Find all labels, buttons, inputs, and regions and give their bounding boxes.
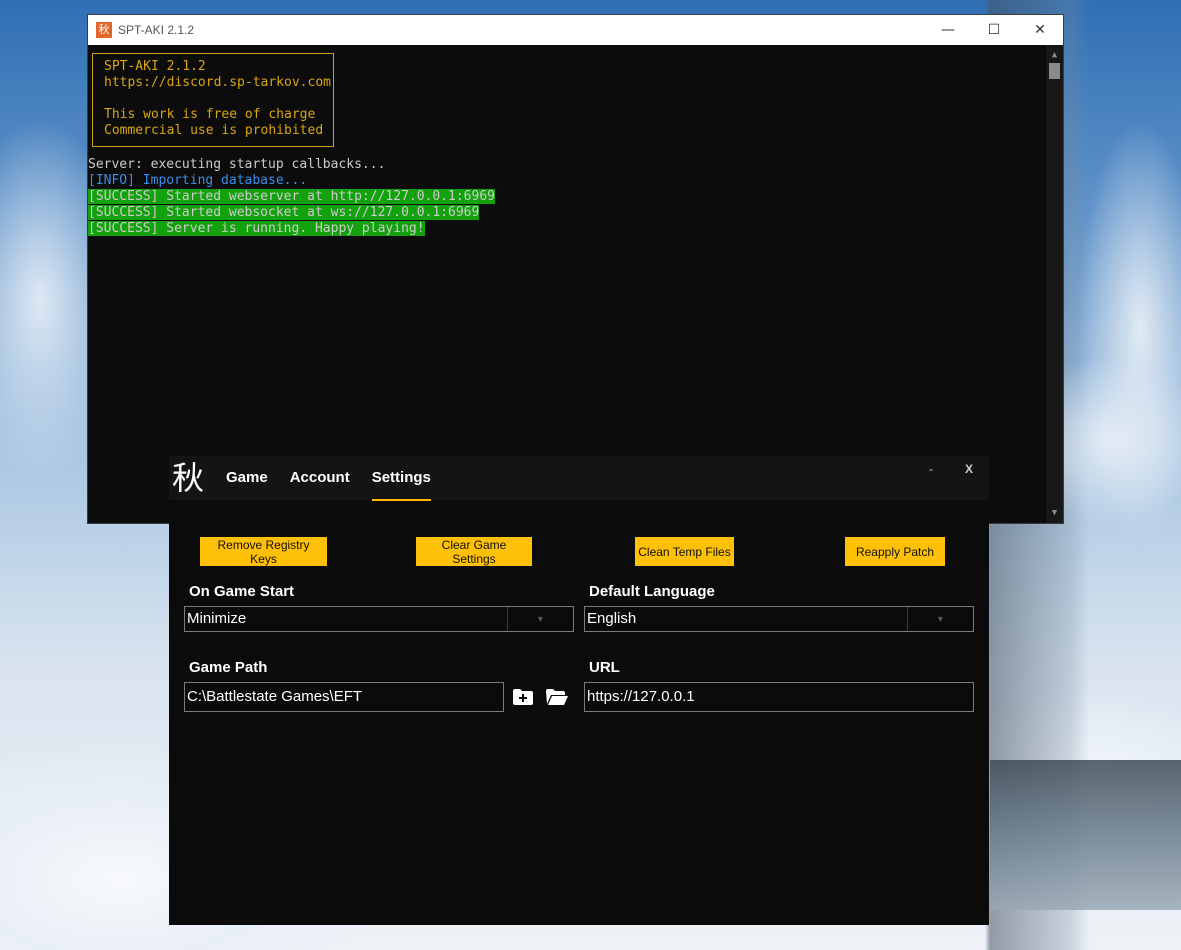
console-titlebar[interactable]: 秋 SPT-AKI 2.1.2 — ☐ ✕ [88,15,1063,45]
launcher-minimize-button[interactable]: - [929,462,933,476]
console-app-icon: 秋 [96,22,112,38]
reapply-patch-button[interactable]: Reapply Patch [845,537,945,566]
on-game-start-label: On Game Start [189,583,295,600]
success-text: [SUCCESS] Server is running. Happy playi… [88,221,425,236]
game-path-input[interactable]: C:\Battlestate Games\EFT [184,682,504,712]
launcher-close-button[interactable]: X [965,462,973,476]
url-label: URL [589,659,620,676]
chevron-down-icon[interactable]: ▼ [507,607,573,631]
scroll-down-icon[interactable]: ▼ [1046,505,1063,521]
startup-banner: SPT-AKI 2.1.2 https://discord.sp-tarkov.… [92,53,334,147]
log-line-info: [INFO] Importing database... [88,173,308,188]
console-output: SPT-AKI 2.1.2 https://discord.sp-tarkov.… [88,45,1063,523]
banner-line: SPT-AKI 2.1.2 [104,59,206,74]
log-lines: Server: executing startup callbacks... [… [88,157,495,237]
success-text: [SUCCESS] Started websocket at ws://127.… [88,205,480,220]
scroll-up-icon[interactable]: ▲ [1046,47,1063,63]
tab-settings[interactable]: Settings [368,456,435,501]
launcher-window: 秋 Game Account Settings - X Remove Regis… [169,456,989,925]
tab-game[interactable]: Game [222,456,272,500]
launcher-logo: 秋 [172,459,205,497]
server-console-window: 秋 SPT-AKI 2.1.2 — ☐ ✕ SPT-AKI 2.1.2 http… [87,14,1064,524]
console-scrollbar[interactable]: ▲ ▼ [1046,45,1063,523]
log-line-success: [SUCCESS] Started webserver at http://12… [88,189,495,205]
clean-temp-files-button[interactable]: Clean Temp Files [635,537,734,566]
on-game-start-select[interactable]: Minimize ▼ [184,606,574,632]
log-line: Server: executing startup callbacks... [88,157,386,172]
banner-line: This work is free of charge [104,107,316,122]
success-text: [SUCCESS] Started webserver at http://12… [88,189,495,204]
on-game-start-value: Minimize [187,610,247,627]
scrollbar-thumb[interactable] [1049,63,1060,79]
folder-plus-icon[interactable] [512,688,534,706]
console-title: SPT-AKI 2.1.2 [118,23,195,37]
url-input[interactable]: https://127.0.0.1 [584,682,974,712]
chevron-down-icon[interactable]: ▼ [907,607,973,631]
default-language-label: Default Language [589,583,715,600]
default-language-value: English [587,610,637,627]
remove-registry-keys-button[interactable]: Remove Registry Keys [200,537,327,566]
clear-game-settings-button[interactable]: Clear Game Settings [416,537,532,566]
launcher-nav: 秋 Game Account Settings - X [169,456,989,501]
default-language-select[interactable]: English ▼ [584,606,974,632]
banner-line: Commercial use is prohibited [104,123,324,138]
wallpaper-river [990,760,1181,910]
banner-line [104,91,333,107]
banner-line: https://discord.sp-tarkov.com [104,75,331,90]
folder-open-icon[interactable] [545,688,569,706]
close-button[interactable]: ✕ [1017,15,1063,45]
game-path-label: Game Path [189,659,268,676]
log-line-success: [SUCCESS] Server is running. Happy playi… [88,221,495,237]
minimize-button[interactable]: — [925,15,971,45]
tab-account[interactable]: Account [286,456,354,500]
maximize-button[interactable]: ☐ [971,15,1017,45]
log-line-success: [SUCCESS] Started websocket at ws://127.… [88,205,495,221]
